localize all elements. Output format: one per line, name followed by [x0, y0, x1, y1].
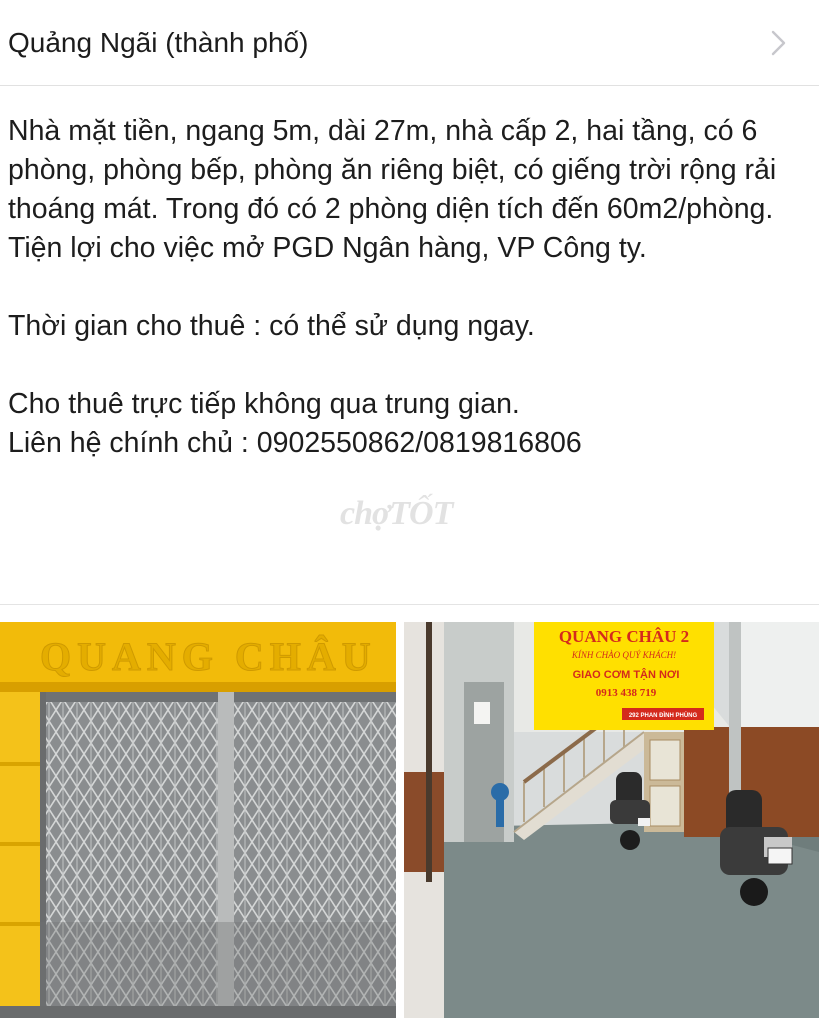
divider	[0, 604, 819, 605]
contact-line: Liên hệ chính chủ : 0902550862/081981680…	[8, 427, 582, 459]
storefront-image: QUANG CHÂU	[0, 622, 396, 1018]
location-row[interactable]: Quảng Ngãi (thành phố)	[0, 0, 819, 86]
location-label: Quảng Ngãi (thành phố)	[8, 26, 309, 58]
storefront-photo[interactable]: QUANG CHÂU	[0, 622, 396, 1018]
interior-photo[interactable]: QUANG CHÂU 2 KÍNH CHÀO QUÝ KHÁCH! GIAO C…	[404, 622, 819, 1018]
sign-title: QUANG CHÂU 2	[559, 627, 689, 646]
interior-image: QUANG CHÂU 2 KÍNH CHÀO QUÝ KHÁCH! GIAO C…	[404, 622, 819, 1018]
listing-description: Nhà mặt tiền, ngang 5m, dài 27m, nhà cấp…	[8, 112, 808, 463]
description-paragraph: Thời gian cho thuê : có thể sử dụng ngay…	[8, 310, 535, 342]
description-paragraph: Nhà mặt tiền, ngang 5m, dài 27m, nhà cấp…	[8, 115, 785, 264]
watermark: chợTỐT	[340, 495, 453, 532]
sign-phone: 0913 438 719	[596, 687, 657, 699]
description-paragraph: Cho thuê trực tiếp không qua trung gian.	[8, 388, 520, 420]
sign-greeting: KÍNH CHÀO QUÝ KHÁCH!	[571, 650, 676, 660]
sign-service: GIAO CƠM TẬN NƠI	[573, 668, 680, 681]
sign-address: 292 PHAN ĐÌNH PHÙNG	[629, 711, 698, 719]
storefront-sign-text: QUANG CHÂU	[40, 634, 377, 679]
chevron-right-icon	[771, 30, 786, 55]
